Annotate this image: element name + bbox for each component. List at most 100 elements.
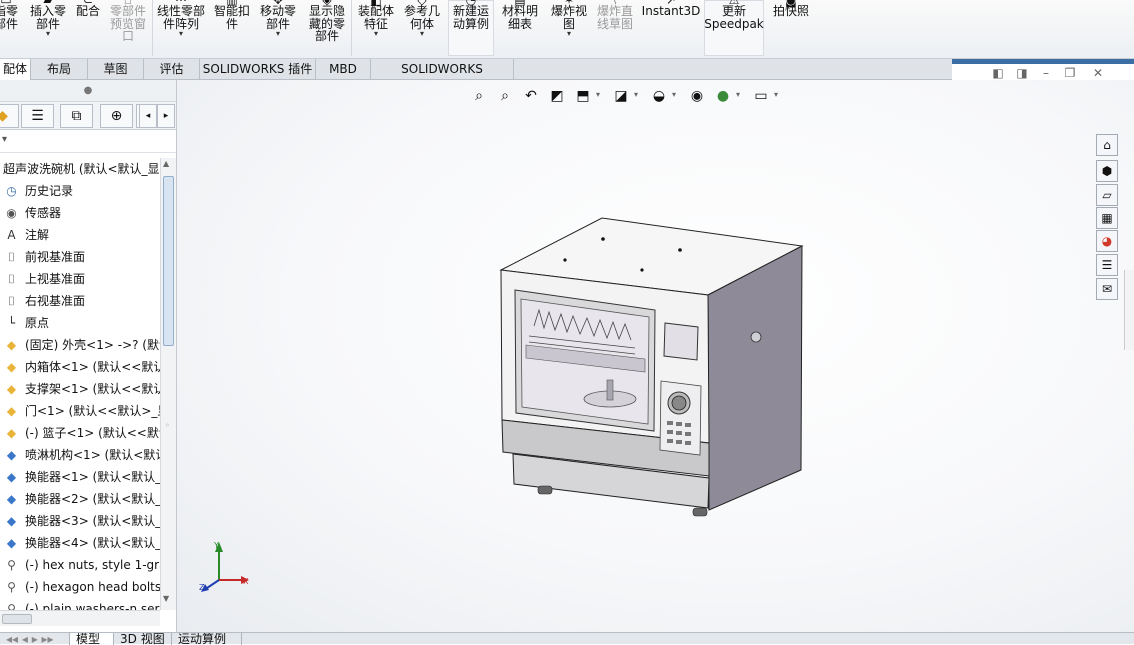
tree-item[interactable]: ◆ 换能器<1> (默认<默认_	[0, 466, 160, 488]
tab-assembly[interactable]: 配体	[0, 59, 31, 81]
tab-motion-study[interactable]: 运动算例 1	[172, 633, 242, 645]
tab-model[interactable]: 模型	[70, 633, 114, 645]
appearances-tab[interactable]: ◕	[1096, 230, 1118, 252]
tree-item[interactable]: ◉ 传感器	[0, 202, 160, 224]
tree-item-label: (-) 篮子<1> (默认<<默认	[25, 426, 160, 440]
tile-left-button[interactable]: ◧	[988, 64, 1008, 82]
tree-item-label: 换能器<1> (默认<默认_	[25, 470, 160, 484]
show-hidden-components-button[interactable]: ◈ 显示隐 藏的零 部件	[304, 0, 350, 43]
file-explorer-tab[interactable]: ▱	[1096, 184, 1118, 206]
update-speedpak-button[interactable]: ⚠ 更新 Speedpak	[704, 0, 764, 30]
tree-item-label: 历史记录	[25, 184, 74, 198]
tree-item[interactable]: ◷ 历史记录	[0, 180, 160, 202]
component-preview-window-button[interactable]: ▫ 零部件 预览窗口	[106, 0, 150, 43]
forum-tab[interactable]: ✉	[1096, 278, 1118, 300]
panel-tabs: ◆ ☰ ⧉ ⊕ ◕ ◂ ▸	[0, 102, 176, 130]
tab-navigation-arrows[interactable]: ◂◂ ◂ ▸ ▸▸	[0, 633, 70, 645]
tree-item[interactable]: ◆ 换能器<4> (默认<默认_	[0, 532, 160, 554]
command-manager-tabs: 配体 布局 草图 评估 SOLIDWORKS 插件 MBD SOLIDWORKS…	[0, 59, 952, 96]
scroll-up-icon[interactable]: ▲	[163, 159, 169, 168]
model-view[interactable]: Y X Z	[177, 80, 1134, 632]
subassembly-icon: ◆	[6, 492, 17, 506]
reference-geometry-button[interactable]: ◇ 参考几 何体 ▾	[400, 0, 444, 38]
panel-collapse-icon[interactable]: ◦	[165, 421, 170, 430]
mate-button[interactable]: ⊂ 配合	[72, 0, 104, 18]
tree-item[interactable]: ◆ (固定) 外壳<1> ->? (默认	[0, 334, 160, 356]
side-panel-edge	[1124, 270, 1134, 350]
tree-item[interactable]: ⚲ (-) hexagon head bolts	[0, 576, 160, 598]
instant3d-button[interactable]: ↗ Instant3D	[640, 0, 702, 18]
tree-root-assembly[interactable]: ◆超声波洗碗机 (默认<默认_显示状态-1>)	[0, 158, 160, 180]
annotation-icon: A	[7, 228, 16, 242]
graphics-area[interactable]: ⌕ ⌕ ↶ ◩ ⬒ ▾ ◪ ▾ ◒ ▾ ◉ ● ▾ ▭ ▾ Y X Z	[177, 80, 1134, 632]
tree-item[interactable]: ⌷ 上视基准面	[0, 268, 160, 290]
tab-3d-views[interactable]: 3D 视图	[114, 633, 172, 645]
assembly-features-button[interactable]: ◧ 装配体 特征 ▾	[354, 0, 398, 38]
tab-mbd[interactable]: MBD	[316, 59, 371, 80]
tree-item[interactable]: A 注解	[0, 224, 160, 246]
model-tabs-bar: ◂◂ ◂ ▸ ▸▸ 模型 3D 视图 运动算例 1	[0, 632, 1134, 645]
tree-item-label: 前视基准面	[25, 250, 86, 264]
minimize-button[interactable]: –	[1036, 64, 1056, 82]
subassembly-icon: ◆	[6, 448, 17, 462]
panel-grip[interactable]: ●	[0, 80, 176, 102]
feature-manager-tab[interactable]: ◆	[0, 104, 19, 128]
ribbon-label-8: 装配体 特征	[357, 4, 394, 31]
tab-solidworks-addins[interactable]: SOLIDWORKS 插件	[200, 59, 316, 80]
ribbon-label-6: 移动零 部件	[259, 4, 296, 31]
tree-item[interactable]: ◆ 门<1> (默认<<默认>_显	[0, 400, 160, 422]
configuration-manager-tab[interactable]: ⧉	[60, 104, 93, 128]
tree-item[interactable]: ◆ 换能器<2> (默认<默认_	[0, 488, 160, 510]
ribbon-label-1: 插入零 部件	[29, 4, 66, 31]
part-icon: ◆	[6, 404, 17, 418]
scroll-thumb[interactable]	[163, 176, 174, 346]
tile-right-button[interactable]: ◨	[1012, 64, 1032, 82]
tree-filter[interactable]: ▾	[0, 130, 176, 153]
tree-item[interactable]: └ 原点	[0, 312, 160, 334]
tree-item[interactable]: ⚲ (-) hex nuts, style 1-gra	[0, 554, 160, 576]
tree-item[interactable]: ◆ 换能器<3> (默认<默认_	[0, 510, 160, 532]
tree-item[interactable]: ◆ (-) 篮子<1> (默认<<默认	[0, 422, 160, 444]
tab-solidworks-inspection[interactable]: SOLIDWORKS Inspection	[371, 59, 514, 96]
explode-line-sketch-button[interactable]: ⌇ 爆炸直 线草图	[594, 0, 636, 30]
tree-item[interactable]: ⌷ 右视基准面	[0, 290, 160, 312]
ribbon-label-16: 拍快照	[772, 4, 809, 18]
scroll-thumb[interactable]	[2, 614, 32, 624]
scroll-down-icon[interactable]: ▼	[163, 594, 169, 603]
new-motion-study-button[interactable]: ◔ 新建运 动算例	[448, 0, 494, 30]
tab-layout[interactable]: 布局	[31, 59, 88, 80]
view-palette-tab[interactable]: ▦	[1096, 207, 1118, 229]
solidworks-resources-tab[interactable]: ⌂	[1096, 134, 1118, 156]
bill-of-materials-button[interactable]: ▤ 材料明 细表	[498, 0, 542, 30]
tree-horizontal-scrollbar[interactable]	[0, 610, 160, 626]
triad-y-label: Y	[213, 541, 219, 550]
smart-fasteners-button[interactable]: ▥ 智能扣件	[210, 0, 254, 30]
tab-sketch[interactable]: 草图	[88, 59, 144, 80]
insert-components-button[interactable]: ▰ 插入零 部件 ▾	[28, 0, 68, 38]
tree-item[interactable]: ⌷ 前视基准面	[0, 246, 160, 268]
tree-item-label: (-) hex nuts, style 1-gra	[25, 558, 160, 572]
custom-properties-tab[interactable]: ☰	[1096, 254, 1118, 276]
ribbon-label-4: 线性零部 件阵列	[156, 4, 205, 31]
tab-evaluate[interactable]: 评估	[144, 59, 200, 80]
tree-vertical-scrollbar[interactable]: ▲ ◦ ▼	[160, 158, 176, 610]
exploded-view-button[interactable]: ✶ 爆炸视图 ▾	[546, 0, 592, 38]
tab-scroll-left-button[interactable]: ◂	[139, 104, 157, 128]
subassembly-icon: ◆	[6, 470, 17, 484]
dimxpert-tab[interactable]: ⊕	[100, 104, 133, 128]
tree-item[interactable]: ◆ 喷淋机构<1> (默认<默认	[0, 444, 160, 466]
folder-icon: ▱	[1102, 188, 1112, 202]
property-manager-tab[interactable]: ☰	[21, 104, 54, 128]
close-button[interactable]: ✕	[1088, 64, 1108, 82]
design-library-tab[interactable]: ⬢	[1096, 160, 1118, 182]
linear-component-pattern-button[interactable]: ⋯ 线性零部 件阵列 ▾	[154, 0, 208, 38]
tree-item[interactable]: ◆ 支撑架<1> (默认<<默认	[0, 378, 160, 400]
tab-scroll-right-button[interactable]: ▸	[157, 104, 175, 128]
dishwasher-model[interactable]	[499, 217, 804, 517]
coordinate-triad: Y X Z	[199, 541, 249, 592]
tree-item[interactable]: ◆ 内箱体<1> (默认<<默认	[0, 356, 160, 378]
ribbon-button-0[interactable]: ▭指零部件	[0, 0, 20, 30]
restore-button[interactable]: ❐	[1060, 64, 1080, 82]
move-component-button[interactable]: ✥ 移动零 部件 ▾	[256, 0, 300, 38]
take-snapshot-button[interactable]: ◙ 拍快照	[768, 0, 814, 18]
